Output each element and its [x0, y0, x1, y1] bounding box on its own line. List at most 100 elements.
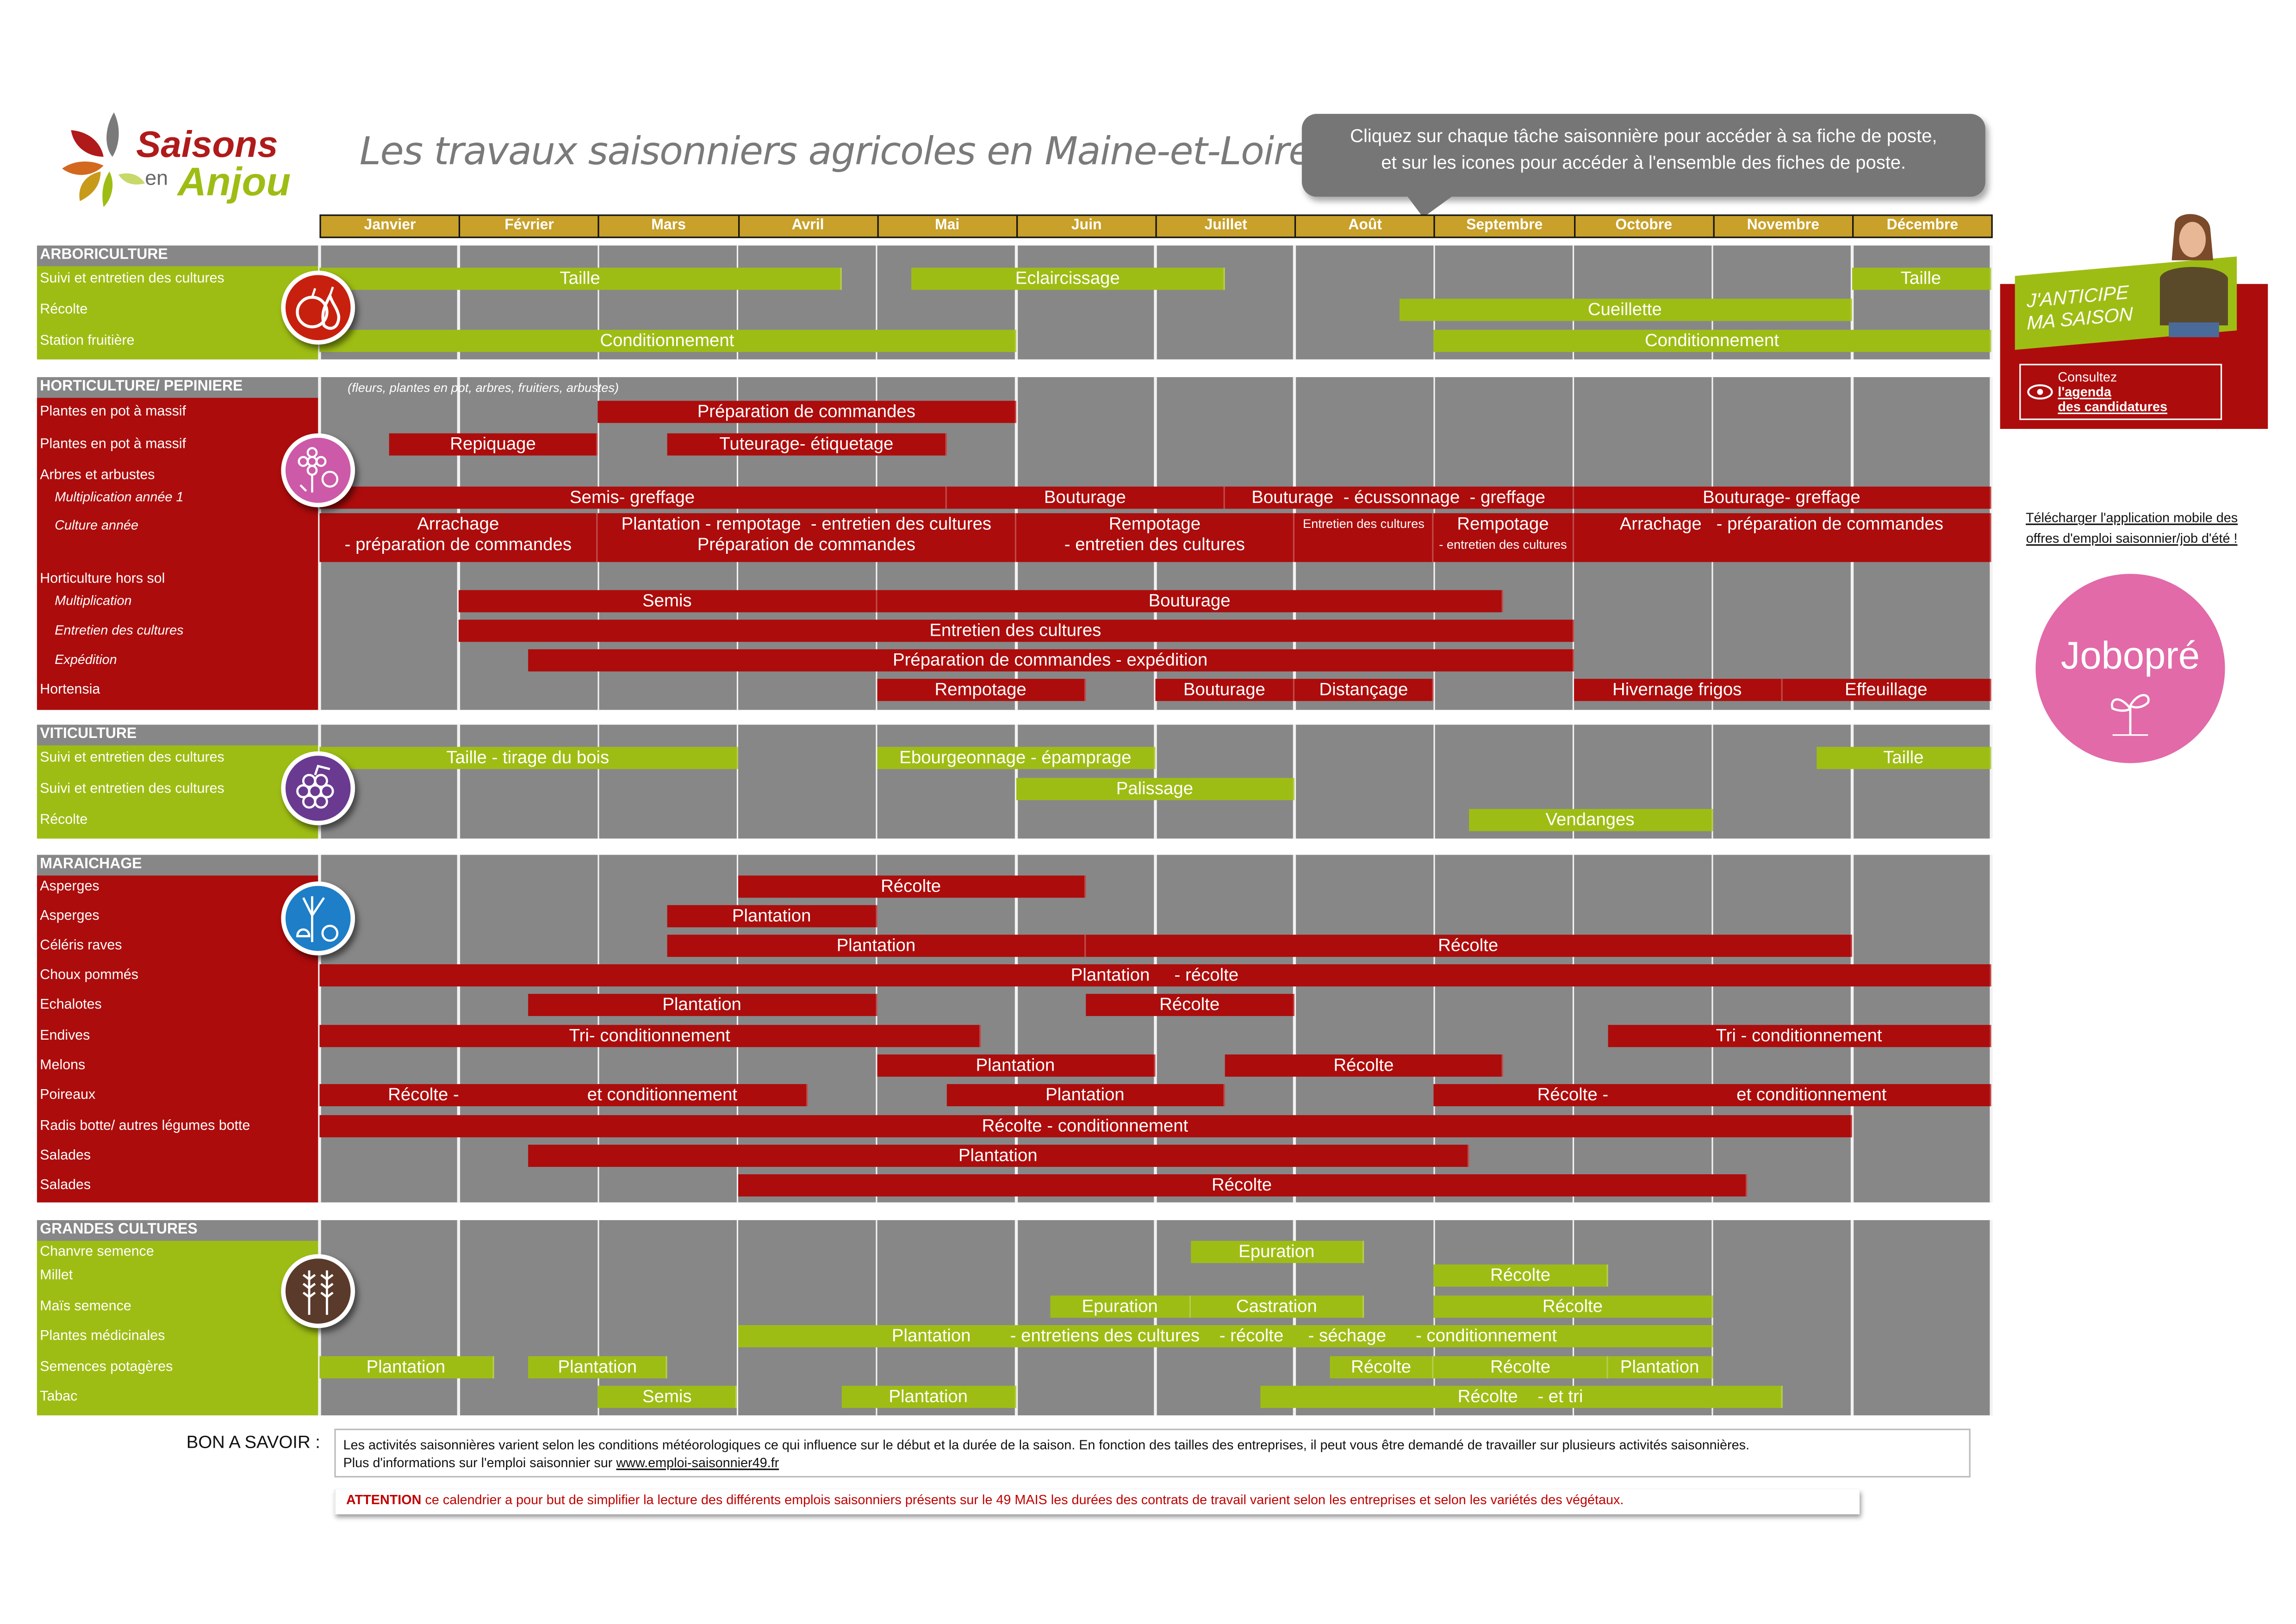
apple-pear-category-button[interactable]	[281, 270, 355, 345]
task-label: Rempotage	[1457, 513, 1549, 534]
task-bar[interactable]: Rempotage - entretien des cultures	[1016, 513, 1295, 562]
task-bar[interactable]: Récolte	[1085, 935, 1852, 957]
agenda-link[interactable]: l'agenda	[2058, 384, 2221, 399]
task-bar[interactable]: Tri - conditionnement	[1608, 1025, 1991, 1048]
task-bar[interactable]: Bouturage - écussonnage - greffage	[1225, 486, 1574, 509]
task-bar[interactable]: Effeuillage	[1782, 679, 1991, 701]
task-label: - préparation de commandes	[344, 533, 572, 555]
task-bar[interactable]: Taille	[1852, 267, 1991, 290]
task-bar[interactable]: Plantation	[319, 1356, 494, 1379]
task-bar[interactable]: Récolte - et tri	[1260, 1386, 1783, 1408]
task-bar[interactable]: Semis- greffage	[319, 486, 946, 509]
task-bar[interactable]: Récolte	[1329, 1356, 1434, 1379]
task-bar[interactable]: Récolte	[1434, 1356, 1608, 1379]
task-bar[interactable]: Tri- conditionnement	[319, 1025, 982, 1048]
task-bar[interactable]: Semis	[459, 590, 877, 613]
row-label: Station fruitière	[40, 333, 135, 349]
task-bar[interactable]: Eclaircissage	[911, 267, 1226, 290]
row-label: Asperges	[40, 878, 100, 895]
task-bar[interactable]: Préparation de commandes - expédition	[528, 649, 1574, 672]
download-app-link[interactable]: Télécharger l'application mobile des off…	[2006, 507, 2257, 549]
task-bar[interactable]: Plantation - entretiens des cultures - r…	[737, 1325, 1713, 1348]
task-label: Plantation - entretiens des cultures - r…	[891, 1325, 1557, 1346]
jobopre-logo[interactable]: Jobopré	[2035, 574, 2225, 763]
task-bar[interactable]: Récolte	[1434, 1295, 1713, 1318]
task-bar[interactable]: Arrachage - préparation de commandes	[1573, 513, 1991, 562]
task-bar[interactable]: Vendanges	[1468, 809, 1713, 831]
task-bar[interactable]: Conditionnement	[319, 329, 1016, 352]
task-bar[interactable]: Plantation	[946, 1084, 1225, 1106]
task-bar[interactable]: Bouturage	[1155, 679, 1295, 701]
task-bar[interactable]: Plantation	[528, 1356, 668, 1379]
task-bar[interactable]: Plantation	[528, 1145, 1469, 1167]
month-gridline	[1990, 725, 1992, 839]
task-label: Récolte	[1542, 1295, 1603, 1316]
task-label: Epuration	[1238, 1240, 1315, 1262]
grapes-category-button[interactable]	[281, 751, 355, 825]
task-label: Entretien des cultures	[929, 620, 1101, 641]
section-title: ARBORICULTURE	[40, 247, 168, 263]
emploi-saisonnier-link[interactable]: www.emploi-saisonnier49.fr	[616, 1455, 779, 1470]
row-label: Echalotes	[40, 997, 102, 1013]
task-bar[interactable]: Plantation	[1608, 1356, 1713, 1379]
agenda-candidatures-link[interactable]: Consultez l'agenda des candidatures	[2019, 364, 2222, 420]
sprout-icon	[2111, 694, 2150, 736]
task-bar[interactable]: Entretien des cultures	[1294, 513, 1434, 562]
task-bar[interactable]: Ebourgeonnage - épamprage	[877, 747, 1156, 769]
task-bar[interactable]: Distançage	[1294, 679, 1434, 701]
task-label: Vendanges	[1545, 809, 1635, 830]
task-label: Plantation	[958, 1145, 1038, 1165]
task-bar[interactable]: Bouturage	[946, 486, 1225, 509]
task-bar[interactable]: Plantation	[528, 994, 877, 1016]
task-bar[interactable]: Epuration	[1190, 1240, 1365, 1263]
task-bar[interactable]: Bouturage	[877, 590, 1504, 613]
row-label: Multiplication année 1	[55, 490, 184, 505]
task-bar[interactable]: Récolte	[1434, 1264, 1608, 1287]
task-bar[interactable]: Récolte	[737, 1174, 1748, 1196]
task-bar[interactable]: Conditionnement	[1434, 329, 1991, 352]
task-bar[interactable]: Taille - tirage du bois	[319, 747, 738, 769]
task-bar[interactable]: Cueillette	[1399, 298, 1852, 321]
task-bar[interactable]: Bouturage- greffage	[1573, 486, 1991, 509]
task-bar[interactable]: Récolte	[737, 875, 1086, 898]
task-bar[interactable]: Récolte	[1225, 1054, 1504, 1077]
task-bar[interactable]: Plantation	[667, 905, 877, 928]
task-bar[interactable]: Préparation de commandes	[598, 401, 1016, 423]
page-title: Les travaux saisonniers agricoles en Mai…	[359, 130, 1313, 175]
logo[interactable]: Saisons en Anjou	[59, 110, 296, 213]
task-bar[interactable]: Récolte - et conditionnement	[1434, 1084, 1991, 1106]
task-label: Plantation	[1620, 1356, 1699, 1377]
vegetables-category-button[interactable]	[281, 881, 355, 955]
task-bar[interactable]: Rempotage - entretien des cultures	[1434, 513, 1574, 562]
task-bar[interactable]: Epuration	[1051, 1295, 1190, 1318]
task-bar[interactable]: Récolte - conditionnement	[319, 1115, 1852, 1138]
candidatures-link[interactable]: des candidatures	[2058, 399, 2221, 414]
task-bar[interactable]: Plantation	[877, 1054, 1156, 1077]
task-bar[interactable]: Plantation - rempotage - entretien des c…	[598, 513, 1016, 562]
row-label: Poireaux	[40, 1087, 96, 1103]
task-label: Arrachage - préparation de commandes	[1619, 513, 1944, 534]
task-bar[interactable]: Arrachage - préparation de commandes	[319, 513, 598, 562]
task-bar[interactable]: Taille	[319, 267, 842, 290]
task-bar[interactable]: Entretien des cultures	[459, 620, 1574, 642]
task-bar[interactable]: Repiquage	[389, 433, 598, 456]
row-label: Plantes en pot à massif	[40, 403, 186, 420]
task-bar[interactable]: Castration	[1190, 1295, 1365, 1318]
task-label: Plantation	[662, 994, 741, 1015]
task-bar[interactable]: Semis	[598, 1386, 738, 1408]
task-bar[interactable]: Plantation	[842, 1386, 1016, 1408]
woman-photo	[2159, 214, 2228, 337]
task-bar[interactable]: Plantation	[667, 935, 1086, 957]
task-bar[interactable]: Rempotage	[877, 679, 1086, 701]
task-label: Récolte - et conditionnement	[388, 1084, 737, 1105]
task-bar[interactable]: Hivernage frigos	[1573, 679, 1783, 701]
task-bar[interactable]: Récolte - et conditionnement	[319, 1084, 807, 1106]
task-bar[interactable]: Taille	[1817, 747, 1991, 769]
task-bar[interactable]: Palissage	[1016, 778, 1295, 800]
task-bar[interactable]: Récolte	[1085, 994, 1295, 1016]
task-bar[interactable]: Plantation - récolte	[319, 964, 1991, 987]
wheat-category-button[interactable]	[281, 1254, 355, 1328]
flower-category-button[interactable]	[281, 433, 355, 508]
row-label: Semences potagères	[40, 1359, 173, 1376]
task-bar[interactable]: Tuteurage- étiquetage	[667, 433, 946, 456]
